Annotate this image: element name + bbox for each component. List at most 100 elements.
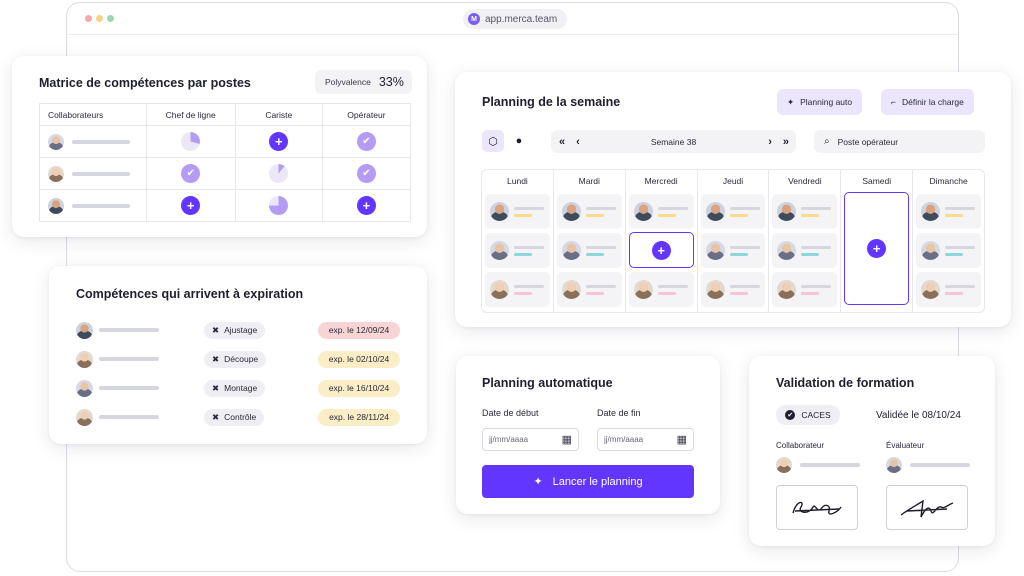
training-validation-card: Validation de formation ✔ CACES Validée … [749, 356, 995, 546]
validation-title: Validation de formation [776, 376, 915, 390]
shift-slot[interactable] [628, 194, 694, 229]
avatar [48, 165, 64, 182]
day-column: Mardi [554, 170, 626, 312]
table-row: + + [39, 189, 412, 222]
minimize-dot[interactable] [96, 15, 103, 22]
magic-wand-icon: ✦ [533, 476, 543, 488]
double-chevron-right-icon[interactable]: » [783, 136, 789, 148]
partial-skill-icon[interactable] [181, 132, 201, 151]
skill-tag: ✖ Découpe [204, 350, 267, 368]
weekly-planning-title: Planning de la semaine [482, 95, 621, 109]
collaborator-label: Collaborateur [776, 441, 825, 450]
weekly-planning-card: Planning de la semaine ✦ Planning auto ⌐… [455, 72, 1011, 327]
validated-date: Validée le 08/10/24 [876, 410, 961, 421]
end-date-label: Date de fin [597, 408, 641, 418]
magic-wand-icon: ✦ [787, 96, 795, 107]
expiring-title: Compétences qui arrivent à expiration [76, 287, 304, 301]
merca-logo-icon: M [468, 13, 480, 25]
check-icon[interactable]: ✔ [181, 164, 201, 183]
tools-icon: ✖ [212, 411, 220, 422]
list-item[interactable]: ✖ Montage exp. le 16/10/24 [76, 379, 401, 397]
shift-slot[interactable] [772, 194, 838, 229]
evaluator-label: Évaluateur [886, 441, 925, 450]
avatar [76, 379, 93, 397]
day-column: Vendredi [769, 170, 842, 312]
collaborator-signature[interactable] [776, 485, 858, 530]
evaluator [886, 457, 970, 473]
header-chef-de-ligne: Chef de ligne [145, 103, 236, 126]
url-text: app.merca.team [485, 13, 558, 25]
define-load-button[interactable]: ⌐ Définir la charge [881, 89, 974, 115]
shift-slot[interactable] [628, 272, 694, 307]
shift-slot[interactable] [916, 233, 982, 268]
add-shift-slot[interactable]: + [628, 232, 694, 268]
expiry-badge: exp. le 16/10/24 [318, 379, 400, 397]
shift-slot[interactable] [556, 272, 622, 307]
address-bar[interactable]: M app.merca.team [463, 9, 567, 29]
expiring-skills-card: Compétences qui arrivent à expiration ✖ A… [49, 266, 427, 444]
signature-drawing [792, 501, 842, 515]
person-icon[interactable]: ● [508, 130, 530, 152]
maximize-dot[interactable] [107, 15, 114, 22]
launch-planning-button[interactable]: ✦ Lancer le planning [482, 465, 694, 498]
shift-slot[interactable] [556, 233, 622, 268]
add-skill-icon[interactable]: + [269, 132, 289, 151]
skill-tag: ✖ Ajustage [204, 321, 266, 339]
evaluator-signature[interactable] [886, 485, 968, 530]
day-column: Samedi + [841, 170, 914, 312]
add-skill-icon[interactable]: + [356, 196, 376, 215]
list-item[interactable]: ✖ Découpe exp. le 02/10/24 [76, 350, 401, 368]
polyvalence-badge: Polyvalence 33% [315, 70, 412, 94]
chevron-right-icon[interactable]: › [768, 136, 772, 148]
matrix-title: Matrice de compétences par postes [39, 76, 251, 90]
chevron-left-icon[interactable]: ‹ [576, 136, 580, 148]
tools-icon: ✖ [212, 324, 220, 335]
shift-slot[interactable] [700, 194, 766, 229]
expiry-badge: exp. le 12/09/24 [318, 321, 400, 339]
double-chevron-left-icon[interactable]: « [559, 136, 565, 148]
start-date-input[interactable]: jj/mm/aaaa ▦ [482, 428, 579, 451]
header-operateur: Opérateur [321, 103, 412, 126]
shift-slot[interactable] [700, 272, 766, 307]
avatar [48, 133, 64, 150]
shift-slot[interactable] [556, 194, 622, 229]
auto-planning-card: Planning automatique Date de début Date … [456, 356, 720, 514]
shift-slot[interactable] [485, 272, 550, 307]
week-grid: Lundi Mardi Mercredi + Jeudi Vendredi Sa… [481, 169, 985, 313]
auto-planning-button[interactable]: ✦ Planning auto [777, 89, 863, 115]
end-date-input[interactable]: jj/mm/aaaa ▦ [597, 428, 694, 451]
day-header: Mardi [578, 176, 600, 186]
partial-skill-icon[interactable] [269, 196, 289, 215]
tools-icon: ✖ [212, 353, 220, 364]
start-date-label: Date de début [482, 408, 539, 418]
signature-drawing [900, 499, 954, 517]
search-input[interactable]: ⌕ Poste opérateur [814, 130, 985, 153]
add-day-shift-slot[interactable]: + [844, 192, 910, 305]
partial-skill-icon[interactable] [269, 164, 289, 183]
close-dot[interactable] [85, 15, 92, 22]
shift-slot[interactable] [772, 233, 838, 268]
hexagon-icon[interactable]: ⬡ [482, 130, 504, 152]
skills-matrix-card: Matrice de compétences par postes Polyva… [12, 56, 427, 237]
shift-slot[interactable] [916, 272, 982, 307]
check-badge-icon: ✔ [785, 410, 796, 420]
shift-slot[interactable] [916, 194, 982, 229]
shift-slot[interactable] [772, 272, 838, 307]
tools-icon: ✖ [212, 382, 220, 393]
shift-slot[interactable] [485, 233, 550, 268]
view-toggle: ⬡ ● [482, 130, 534, 153]
table-row: + ✔ [39, 125, 412, 158]
expiry-badge: exp. le 28/11/24 [318, 408, 400, 426]
calendar-icon: ▦ [676, 434, 687, 446]
shift-slot[interactable] [485, 194, 550, 229]
list-item[interactable]: ✖ Ajustage exp. le 12/09/24 [76, 321, 401, 339]
add-skill-icon[interactable]: + [181, 196, 201, 215]
check-icon[interactable]: ✔ [356, 164, 376, 183]
search-placeholder: Poste opérateur [837, 136, 899, 147]
check-icon[interactable]: ✔ [356, 132, 376, 151]
avatar [776, 457, 792, 473]
list-item[interactable]: ✖ Contrôle exp. le 28/11/24 [76, 408, 401, 426]
avatar [76, 408, 93, 426]
expiry-badge: exp. le 02/10/24 [318, 350, 400, 368]
shift-slot[interactable] [700, 233, 766, 268]
